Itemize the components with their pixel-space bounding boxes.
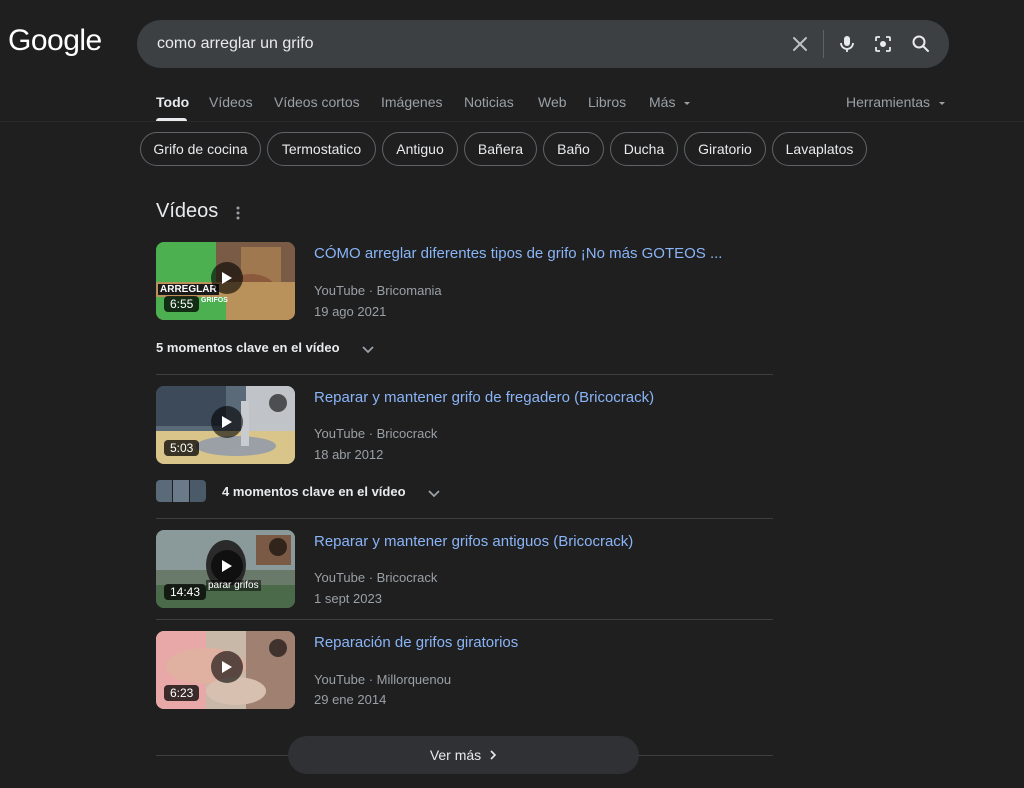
divider xyxy=(639,755,773,756)
chevron-right-icon xyxy=(490,750,497,760)
tab-videos[interactable]: Vídeos xyxy=(209,94,253,110)
caret-down-icon xyxy=(684,102,691,105)
play-icon xyxy=(211,651,243,683)
thumbnail-caption: parar grifos xyxy=(206,580,261,591)
channel-badge-icon xyxy=(269,639,287,657)
video-title-link[interactable]: Reparar y mantener grifo de fregadero (B… xyxy=(314,389,654,406)
ver-mas-button[interactable]: Ver más xyxy=(288,736,639,774)
video-date: 18 abr 2012 xyxy=(314,447,384,462)
divider xyxy=(156,755,288,756)
tabs-divider xyxy=(0,121,1024,122)
caret-down-icon xyxy=(938,102,945,105)
video-thumbnail[interactable]: ARREGLAR GRIFOS 6:55 xyxy=(156,242,295,320)
result-divider xyxy=(156,619,773,620)
search-divider xyxy=(823,30,824,58)
video-source: YouTube · Bricocrack xyxy=(314,570,438,585)
video-duration: 14:43 xyxy=(164,584,207,600)
video-duration: 5:03 xyxy=(164,440,200,456)
chip-antiguo[interactable]: Antiguo xyxy=(382,132,458,166)
thumbnail-subtext: GRIFOS xyxy=(201,297,228,304)
clear-icon[interactable] xyxy=(788,32,812,56)
video-thumbnail[interactable]: 5:03 xyxy=(156,386,295,464)
video-duration: 6:23 xyxy=(164,685,200,701)
search-icon[interactable] xyxy=(909,32,933,56)
tab-mas[interactable]: Más xyxy=(649,94,691,110)
tab-imagenes[interactable]: Imágenes xyxy=(381,94,442,110)
tools-button[interactable]: Herramientas xyxy=(846,94,946,110)
key-moments-toggle[interactable]: 5 momentos clave en el vídeo xyxy=(156,340,340,355)
video-title-link[interactable]: Reparar y mantener grifos antiguos (Bric… xyxy=(314,533,633,550)
more-options-icon[interactable] xyxy=(235,205,241,226)
search-box[interactable]: como arreglar un grifo xyxy=(137,20,949,68)
video-date: 29 ene 2014 xyxy=(314,692,387,707)
video-source: YouTube · Bricomania xyxy=(314,283,442,298)
key-moments-toggle[interactable]: 4 momentos clave en el vídeo xyxy=(222,484,406,499)
ver-mas-label: Ver más xyxy=(429,747,482,763)
microphone-icon[interactable] xyxy=(835,32,859,56)
channel-badge-icon xyxy=(269,538,287,556)
chip-ducha[interactable]: Ducha xyxy=(610,132,678,166)
result-divider xyxy=(156,374,773,375)
tab-noticias[interactable]: Noticias xyxy=(464,94,514,110)
chip-termostatico[interactable]: Termostatico xyxy=(267,132,376,166)
chip-bano[interactable]: Baño xyxy=(543,132,604,166)
tab-mas-label: Más xyxy=(649,94,676,110)
tab-videos-cortos[interactable]: Vídeos cortos xyxy=(274,94,360,110)
search-results-page: Google como arreglar un grifo Todo Vídeo… xyxy=(0,0,1024,788)
chip-banera[interactable]: Bañera xyxy=(464,132,537,166)
lens-icon[interactable] xyxy=(871,32,895,56)
section-title: Vídeos xyxy=(156,200,219,222)
google-logo[interactable]: Google xyxy=(8,24,102,58)
video-thumbnail[interactable]: 6:23 xyxy=(156,631,295,709)
tab-libros[interactable]: Libros xyxy=(588,94,626,110)
channel-badge-icon xyxy=(269,394,287,412)
play-icon xyxy=(211,406,243,438)
key-moments-thumbnails xyxy=(156,480,206,502)
video-source: YouTube · Millorquenou xyxy=(314,672,452,687)
video-date: 19 ago 2021 xyxy=(314,304,387,319)
chevron-down-icon[interactable] xyxy=(361,342,375,360)
video-title-link[interactable]: CÓMO arreglar diferentes tipos de grifo … xyxy=(314,245,722,262)
search-input[interactable]: como arreglar un grifo xyxy=(157,35,314,53)
search-tabs: Todo Vídeos Vídeos cortos Imágenes Notic… xyxy=(0,90,1024,122)
chip-grifo-de-cocina[interactable]: Grifo de cocina xyxy=(140,132,261,166)
tools-label: Herramientas xyxy=(846,94,931,110)
tab-web[interactable]: Web xyxy=(538,94,567,110)
chip-lavaplatos[interactable]: Lavaplatos xyxy=(772,132,867,166)
tab-todo[interactable]: Todo xyxy=(156,94,189,110)
result-divider xyxy=(156,518,773,519)
video-title-link[interactable]: Reparación de grifos giratorios xyxy=(314,634,518,651)
play-icon xyxy=(211,262,243,294)
thumbnail-text: ARREGLAR xyxy=(158,284,219,295)
chevron-down-icon[interactable] xyxy=(427,486,441,504)
video-source: YouTube · Bricocrack xyxy=(314,426,438,441)
video-duration: 6:55 xyxy=(164,296,200,312)
video-thumbnail[interactable]: parar grifos 14:43 xyxy=(156,530,295,608)
video-date: 1 sept 2023 xyxy=(314,591,382,606)
play-icon xyxy=(211,550,243,582)
chip-giratorio[interactable]: Giratorio xyxy=(684,132,766,166)
